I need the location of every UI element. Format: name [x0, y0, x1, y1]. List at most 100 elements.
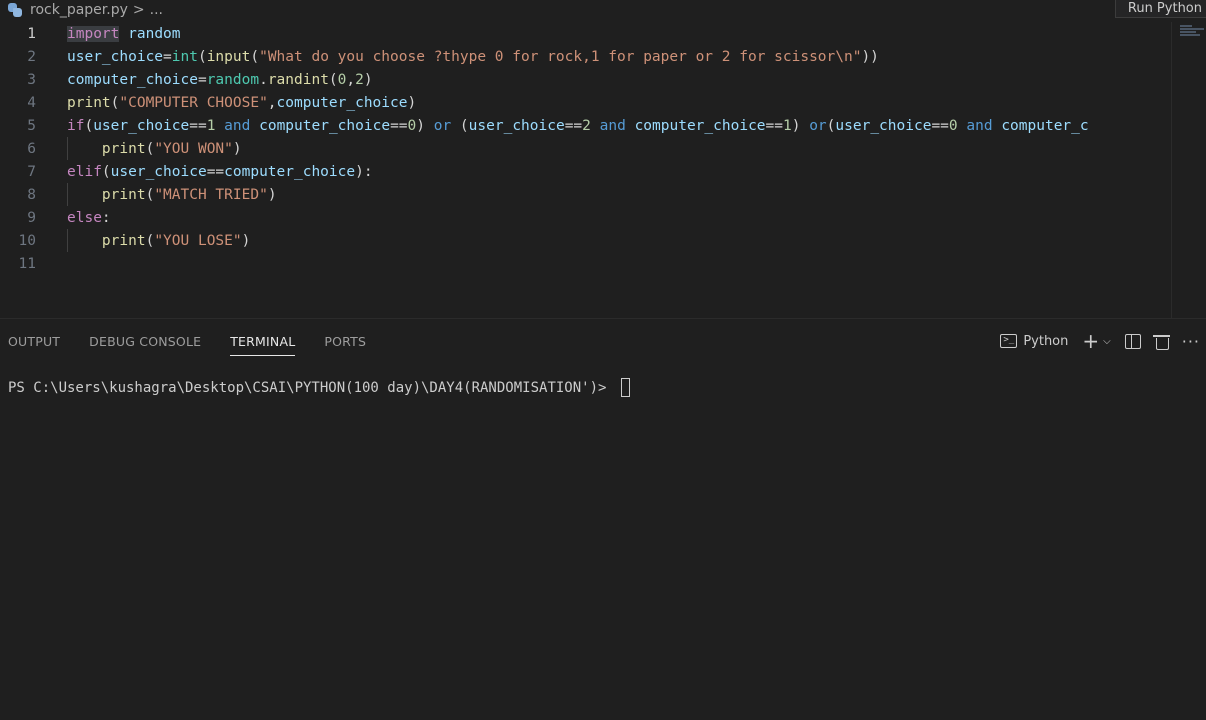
code-token: ==: [206, 163, 225, 180]
code-token: computer_choice: [276, 94, 408, 111]
code-token: if: [67, 117, 85, 134]
line-number: 6: [27, 140, 36, 157]
more-actions-button[interactable]: ···: [1182, 332, 1200, 351]
run-python-button[interactable]: Run Python: [1114, 0, 1206, 18]
python-file-icon: [8, 3, 22, 17]
tab-ports[interactable]: PORTS: [324, 322, 366, 360]
code-token: int: [171, 48, 198, 65]
code-token: 0: [407, 117, 417, 134]
code-token: "YOU WON": [154, 140, 233, 157]
code-token: else: [67, 209, 102, 226]
split-terminal-button[interactable]: [1124, 333, 1141, 349]
code-text: else:: [67, 210, 111, 226]
line-number: 7: [27, 163, 36, 180]
code-token: ==: [765, 117, 783, 134]
code-text: import random: [67, 25, 181, 42]
code-token: and: [224, 117, 251, 134]
kill-terminal-button[interactable]: [1152, 334, 1170, 350]
breadcrumb-separator: >: [132, 2, 145, 18]
code-line[interactable]: 7 elif(user_choice==computer_choice):: [0, 160, 1170, 183]
code-line[interactable]: 5 if(user_choice==1 and computer_choice==…: [0, 114, 1170, 137]
code-token: (: [101, 163, 111, 180]
code-text: print("COMPUTER CHOOSE",computer_choice): [67, 95, 416, 111]
line-number: 11: [18, 255, 36, 272]
code-token: (: [250, 48, 260, 65]
code-token: "What do you choose ?thype 0 for rock,1 …: [259, 48, 862, 65]
code-token: computer_choice: [67, 71, 198, 88]
line-number: 2: [27, 48, 36, 65]
code-text: print("MATCH TRIED"): [67, 187, 277, 203]
code-token: (: [197, 48, 207, 65]
ellipsis-icon: ···: [1181, 331, 1200, 351]
code-line[interactable]: 1 import random: [0, 22, 1170, 45]
line-number: 8: [27, 186, 36, 203]
code-token: user_choice: [67, 48, 164, 65]
code-token: ): [416, 117, 434, 134]
tab-output[interactable]: OUTPUT: [8, 322, 60, 360]
code-token: ==: [931, 117, 949, 134]
code-token: print: [67, 94, 111, 111]
panel-toolbar: >_ Python + ⌵ ···: [1000, 322, 1206, 360]
terminal-profile-label: Python: [1023, 333, 1069, 349]
minimap-line: [1180, 34, 1200, 36]
minimap[interactable]: [1171, 22, 1206, 318]
line-number: 3: [27, 71, 36, 88]
line-number: 5: [27, 117, 36, 134]
code-token: 2: [355, 71, 364, 88]
code-token: ,: [267, 94, 277, 111]
plus-icon: +: [1082, 329, 1100, 353]
line-number: 4: [27, 94, 36, 111]
minimap-line: [1180, 28, 1204, 30]
code-text: print("YOU WON"): [67, 141, 242, 157]
terminal-cursor: [620, 378, 630, 397]
chevron-down-icon[interactable]: ⌵: [1103, 336, 1111, 347]
code-token: 2: [582, 117, 591, 134]
code-token: "YOU LOSE": [154, 232, 242, 249]
code-token: or: [809, 117, 827, 134]
code-token: ,: [346, 71, 356, 88]
code-token: random: [206, 71, 260, 88]
code-line[interactable]: 2 user_choice=int(input("What do you choo…: [0, 45, 1170, 68]
terminal-profile-button[interactable]: >_ Python: [1000, 334, 1068, 349]
code-token: ): [241, 232, 251, 249]
breadcrumb-more[interactable]: ...: [150, 2, 163, 18]
code-token: ): [407, 94, 417, 111]
code-token: user_choice: [468, 117, 565, 134]
code-token: elif: [67, 163, 102, 180]
new-terminal-button[interactable]: + ⌵: [1082, 331, 1110, 351]
code-line[interactable]: 4 print("COMPUTER CHOOSE",computer_choice…: [0, 91, 1170, 114]
code-token: random: [128, 25, 181, 42]
code-line[interactable]: 11: [0, 252, 1170, 275]
code-line[interactable]: 8 print("MATCH TRIED"): [0, 183, 1170, 206]
code-token: )): [861, 48, 879, 65]
code-token: 1: [783, 117, 792, 134]
code-token: randint: [267, 71, 329, 88]
code-token: (: [145, 186, 155, 203]
trash-icon: [1152, 334, 1170, 350]
code-line[interactable]: 10 print("YOU LOSE"): [0, 229, 1170, 252]
breadcrumb-file[interactable]: rock_paper.py: [30, 2, 128, 18]
code-line[interactable]: 9 else:: [0, 206, 1170, 229]
code-text: if(user_choice==1 and computer_choice==0…: [67, 118, 1089, 134]
code-token: .: [259, 71, 268, 88]
tab-debug-console[interactable]: DEBUG CONSOLE: [89, 322, 201, 360]
tab-terminal[interactable]: TERMINAL: [230, 322, 296, 360]
terminal-output[interactable]: PS C:\Users\kushagra\Desktop\CSAI\PYTHON…: [8, 378, 630, 397]
indent-guide: [67, 137, 68, 160]
code-text: computer_choice=random.randint(0,2): [67, 72, 373, 88]
code-line[interactable]: 3 computer_choice=random.randint(0,2): [0, 68, 1170, 91]
code-line[interactable]: 6 print("YOU WON"): [0, 137, 1170, 160]
code-text: elif(user_choice==computer_choice):: [67, 164, 373, 180]
code-token: ==: [390, 117, 408, 134]
code-editor[interactable]: 1 import random 2 user_choice=int(input("Wh…: [0, 22, 1206, 318]
code-token: =: [197, 71, 207, 88]
code-token: computer_choice: [634, 117, 766, 134]
breadcrumb: rock_paper.py > ...: [0, 0, 1206, 20]
code-token: (: [451, 117, 469, 134]
